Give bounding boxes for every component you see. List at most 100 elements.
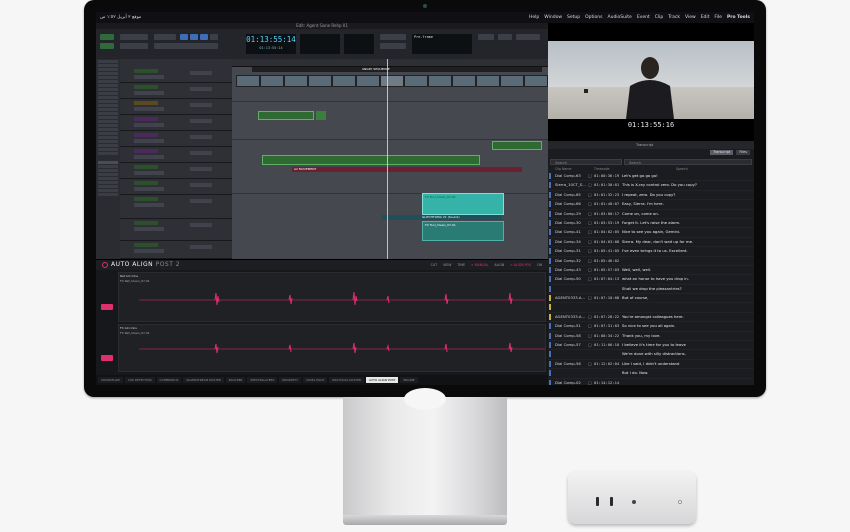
track-header[interactable] (120, 179, 232, 195)
transcript-row[interactable]: Dial Comp-31 □ 01:05:41:05 I've even brings… (548, 247, 754, 257)
plugin-tab[interactable]: COPERNICUS (156, 377, 182, 383)
transport-controls[interactable] (380, 34, 406, 40)
transcript-row[interactable]: AGENT0333.A... □ 01:07:28:22 You're amongst… (548, 313, 754, 323)
plugin-tab[interactable]: PROXIMITY (279, 377, 301, 383)
row-doc-icon: □ (588, 229, 592, 235)
reference-waveform-panel[interactable]: Ref Aln Clns FX Ref_Clean_07-01 (118, 272, 546, 322)
row-speech: This is X-ray control zero. Do you copy? (622, 182, 697, 188)
menu-item-help[interactable]: Help (529, 12, 539, 23)
menu-item-audiosuite[interactable]: AudioSuite (608, 12, 632, 23)
menu-item-setup[interactable]: Setup (567, 12, 580, 23)
mode-button[interactable] (100, 34, 114, 40)
plugin-tab[interactable]: SOUNDFLOW (98, 377, 123, 383)
menu-item-window[interactable]: Window (544, 12, 562, 23)
tracks-list[interactable] (96, 59, 121, 259)
target-waveform-panel[interactable]: FX Aln Clns FX Ref_Clean_07-01 (118, 324, 546, 372)
transcript-row[interactable]: Dial Comp-56 □ 01:12:02:04 Like I said, I d… (548, 360, 754, 370)
audio-clip[interactable] (492, 141, 542, 150)
track-header[interactable] (120, 241, 232, 259)
reference-track-chip[interactable] (101, 304, 113, 310)
transcript-row[interactable] (548, 303, 754, 313)
plugin-tab[interactable]: BLOCKER (225, 377, 246, 383)
row-doc-icon: □ (588, 332, 592, 338)
selector-tool-icon[interactable] (190, 34, 198, 40)
search-input[interactable]: Search (550, 159, 622, 165)
menu-item-track[interactable]: Track (668, 12, 680, 23)
zoom-presets[interactable] (120, 43, 148, 49)
edit-tools[interactable] (154, 34, 176, 40)
transcript-row[interactable]: Sierra_10CT_S... □ 01:01:30:01 This is X-ra… (548, 181, 754, 191)
transcript-row[interactable]: Dial Comp-41 □ 01:04:02:05 Nice to see you … (548, 228, 754, 238)
transcript-row[interactable]: Dial Comp-34 □ 01:04:03:08 Sierra. My dear,… (548, 238, 754, 248)
control-time[interactable]: TIME (457, 262, 465, 268)
track-header[interactable] (120, 83, 232, 99)
transcript-row[interactable]: Dial Comp-29 □ 01:03:00:17 Come on, come on… (548, 210, 754, 219)
transcript-row[interactable]: Shall we drop the pleasantries? (548, 285, 754, 295)
audio-clip[interactable] (262, 155, 480, 165)
menu-item-event[interactable]: Event (637, 12, 650, 23)
control-on[interactable]: ON (537, 262, 542, 268)
track-header[interactable] (120, 163, 232, 179)
audio-clip[interactable] (316, 111, 326, 120)
track-header[interactable] (120, 99, 232, 115)
control-align[interactable]: ALIGN (494, 262, 504, 268)
plugin-tab[interactable]: VOXEL PILOT (302, 377, 328, 383)
trim-tool-icon[interactable] (180, 34, 188, 40)
plugin-tab[interactable]: SPECTRALAYERS (247, 377, 278, 383)
menu-item-file[interactable]: File (714, 12, 722, 23)
zoom-buttons[interactable] (120, 34, 148, 40)
playhead[interactable] (387, 59, 388, 259)
control-view[interactable]: VIEW (443, 262, 451, 268)
main-counter[interactable]: 01:13:55:14 01:13:55:14 (246, 34, 296, 54)
transcript-row[interactable]: But I do. Now. (548, 369, 754, 379)
plugin-tab[interactable]: SILVERSTREAM MASTER (183, 377, 224, 383)
plugin-tab[interactable]: ENGINE (400, 377, 418, 383)
timeline-ruler[interactable] (232, 59, 548, 67)
row-color-bar (549, 173, 551, 179)
transcript-row[interactable]: Dial Comp-30 □ 01:03:53:19 Forget it. Let's… (548, 219, 754, 229)
menu-item-pro-tools[interactable]: Pro Tools (727, 12, 750, 23)
search-input-2[interactable]: Search (624, 159, 752, 165)
grid-nudge-controls[interactable] (154, 43, 218, 49)
menu-item-view[interactable]: View (685, 12, 696, 23)
transport-controls-2[interactable] (380, 43, 406, 49)
mode-button-2[interactable] (100, 43, 114, 49)
transcript-row[interactable]: Dial Comp-02 □ 01:14:12:14 (548, 379, 754, 385)
menu-item-clip[interactable]: Clip (655, 12, 664, 23)
track-header[interactable] (120, 195, 232, 219)
transcript-row[interactable]: Dial Comp-66 □ 01:01:40:07 Easy, Sierra. I'… (548, 200, 754, 210)
control-align-pos[interactable]: > ALIGN POS (510, 262, 531, 268)
track-header[interactable] (120, 67, 232, 83)
track-header[interactable] (120, 147, 232, 163)
tab-transcript[interactable]: Transcript (710, 150, 734, 155)
transcript-row[interactable]: Dial Comp-50 □ 01:07:04:13 what an honor to… (548, 275, 754, 285)
edit-timeline[interactable]: ANGRY SEQUENCE A2 MOVEMENT FX Tool_Clean… (232, 59, 548, 259)
grabber-tool-icon[interactable] (200, 34, 208, 40)
menu-item-options[interactable]: Options (585, 12, 602, 23)
track-header[interactable] (120, 219, 232, 241)
transcript-row[interactable]: Dial Comp-51 □ 01:07:31:03 So nice to see y… (548, 322, 754, 332)
plugin-tab[interactable]: CUE DETECTION (124, 377, 155, 383)
plugin-tab[interactable]: AUTO ALIGN POST (366, 377, 399, 383)
plugin-tab[interactable]: PROTOOLS MASTER (329, 377, 365, 383)
control-manual[interactable]: > MANUAL (471, 262, 488, 268)
track-header[interactable] (120, 115, 232, 131)
transcript-row[interactable]: We're done with silly distractions. (548, 350, 754, 360)
target-track-chip[interactable] (101, 355, 113, 361)
transcript-row[interactable]: Dial Comp-57 □ 01:11:06:10 I believe it's t… (548, 341, 754, 351)
transcript-row[interactable]: Dial Comp-58 □ 01:08:34:22 Thank you, my lo… (548, 332, 754, 342)
transcript-row[interactable]: Dial Comp-63 □ 01:00:36:19 Let's get go go … (548, 172, 754, 182)
menu-item-edit[interactable]: Edit (701, 12, 710, 23)
row-color-bar (549, 351, 551, 358)
transcript-row[interactable]: Dial Comp-43 □ 01:05:57:03 Well, well, well… (548, 266, 754, 276)
control-cut[interactable]: CUT (431, 262, 438, 268)
pencil-tool-icon[interactable] (210, 34, 218, 40)
transcript-row[interactable]: Dial Comp-32 □ 01:05:46:02 (548, 257, 754, 266)
selected-audio-clip[interactable]: FX Tool_Clean_07-01 (422, 193, 504, 215)
tab-files[interactable]: Files (736, 150, 750, 155)
selected-audio-clip-2[interactable]: FX Tool_Clean_07-01 (422, 221, 504, 241)
transcript-row[interactable]: Dial Comp-65 □ 01:01:32:23 I repeat, zero. … (548, 191, 754, 201)
track-header[interactable] (120, 131, 232, 147)
transcript-row[interactable]: AGENT0333.A... □ 01:07:10:08 But of course, (548, 294, 754, 304)
audio-clip[interactable] (258, 111, 314, 120)
